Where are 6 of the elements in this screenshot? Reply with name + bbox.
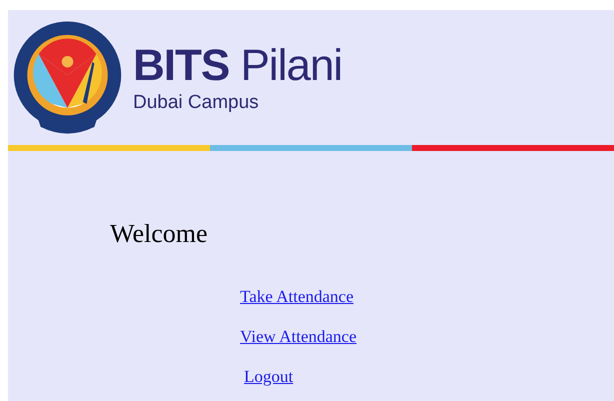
nav-link[interactable]: Take Attendance bbox=[240, 287, 354, 306]
logo-text: BITS Pilani bbox=[133, 42, 342, 90]
campus-subtitle: Dubai Campus bbox=[133, 92, 260, 114]
nav-link[interactable]: Logout bbox=[244, 367, 294, 386]
nav-link[interactable]: View Attendance bbox=[240, 327, 357, 346]
welcome-heading: Welcome bbox=[110, 219, 209, 249]
